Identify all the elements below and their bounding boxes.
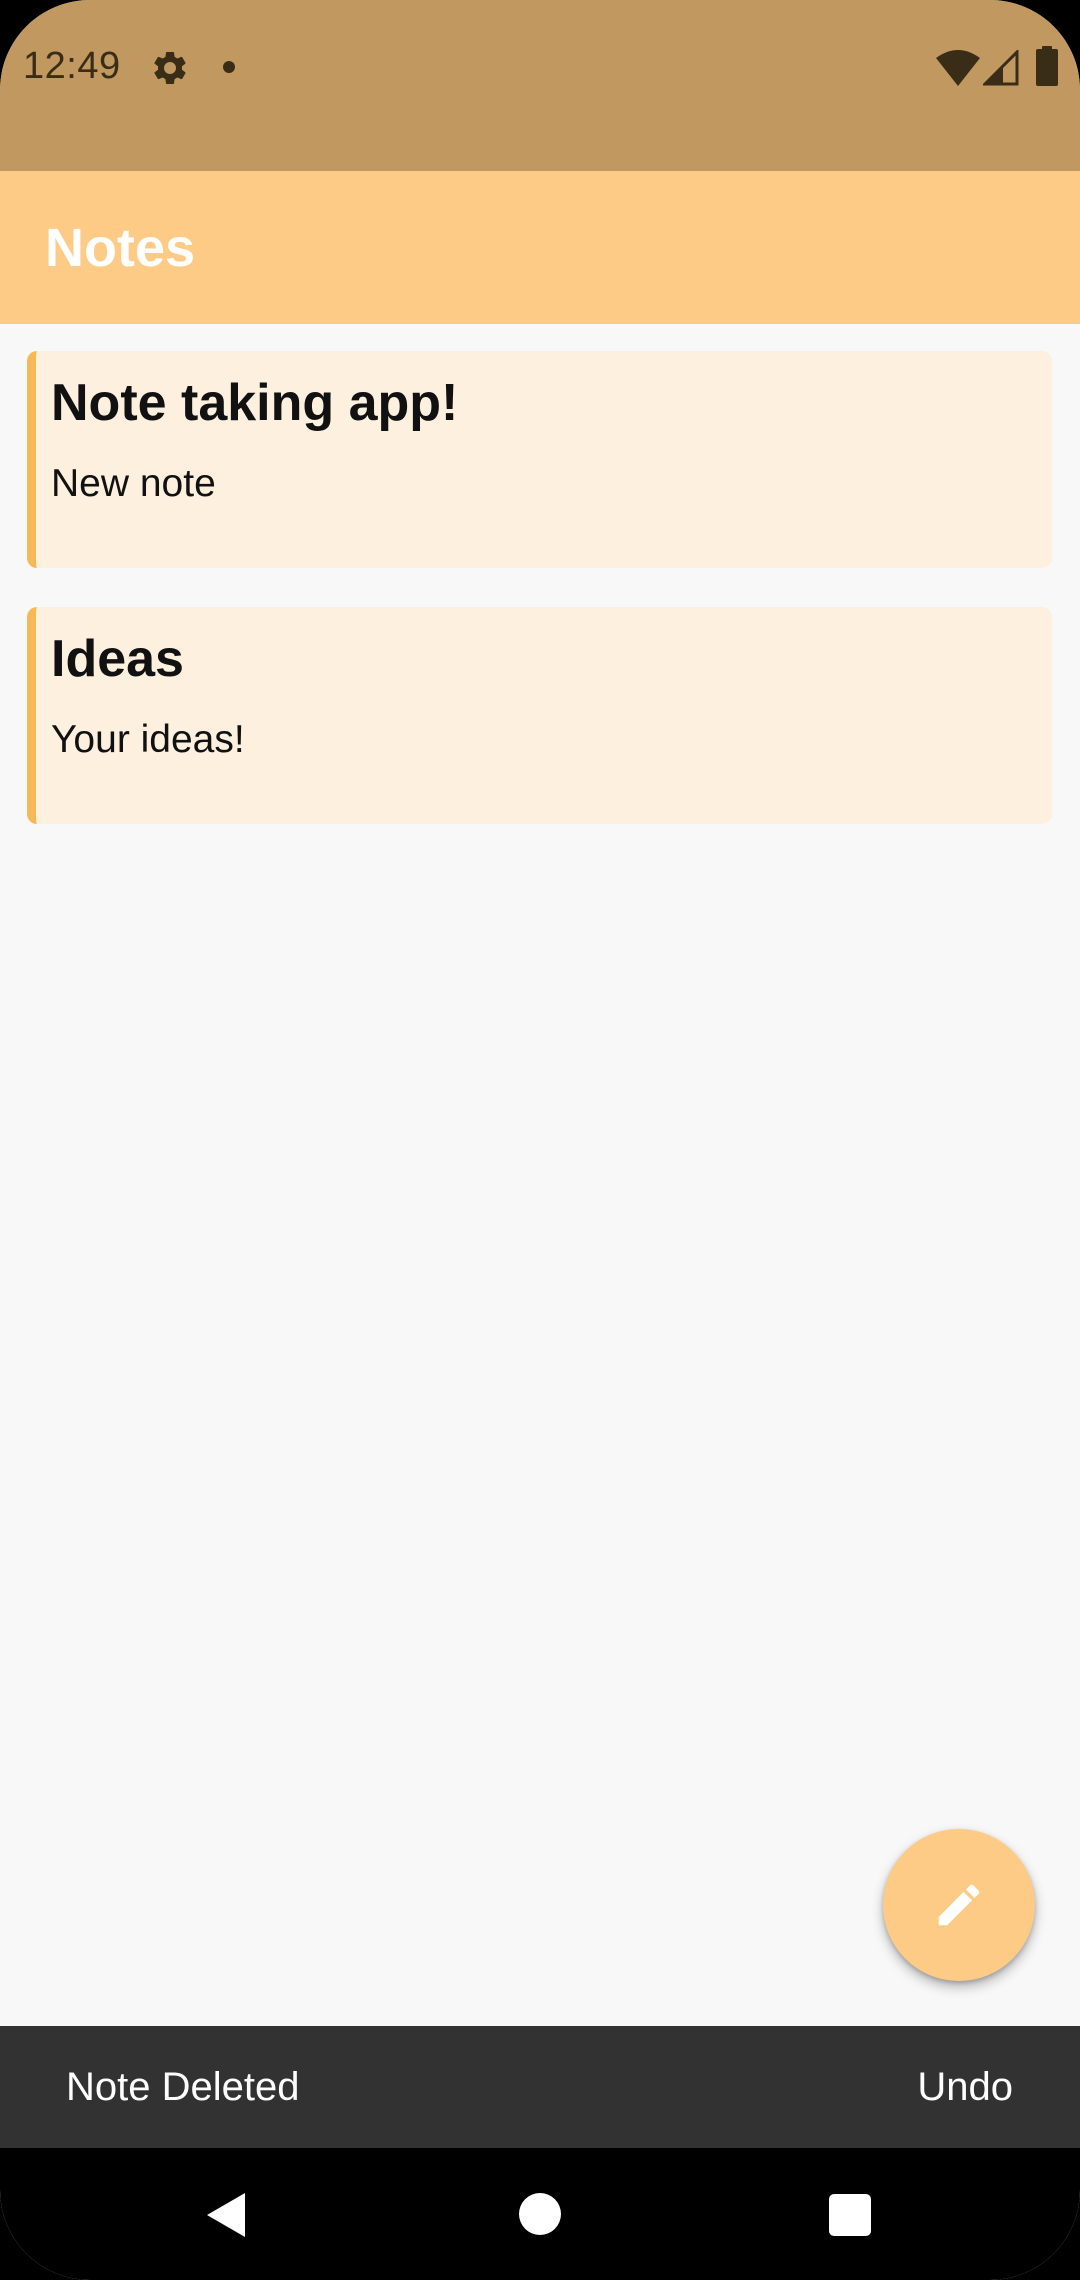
signal-icon (983, 50, 1019, 86)
notification-dot-icon (223, 61, 235, 73)
note-card[interactable]: Ideas Your ideas! (27, 607, 1052, 824)
app-title: Notes (45, 218, 196, 278)
recents-icon[interactable] (829, 2194, 871, 2236)
back-icon[interactable] (203, 2191, 249, 2239)
note-body: Your ideas! (51, 718, 245, 761)
app-bar: Notes (0, 171, 1080, 324)
status-time: 12:49 (23, 45, 121, 87)
note-title: Note taking app! (51, 374, 459, 432)
navigation-bar (0, 2148, 1080, 2280)
status-bar: 12:49 (0, 0, 1080, 171)
battery-icon (1036, 46, 1058, 86)
note-card[interactable]: Note taking app! New note (27, 351, 1052, 568)
pencil-icon (938, 1884, 980, 1926)
undo-button[interactable]: Undo (917, 2065, 1013, 2110)
screen: 12:49 Notes Note taking app! New note Id… (0, 0, 1080, 2280)
wifi-icon (936, 50, 980, 86)
note-body: New note (51, 462, 216, 505)
new-note-button[interactable] (883, 1829, 1035, 1981)
snackbar: Note Deleted Undo (0, 2026, 1080, 2148)
home-icon[interactable] (519, 2193, 561, 2235)
gear-icon (154, 51, 186, 84)
note-title: Ideas (51, 630, 184, 688)
snackbar-message: Note Deleted (66, 2065, 300, 2109)
